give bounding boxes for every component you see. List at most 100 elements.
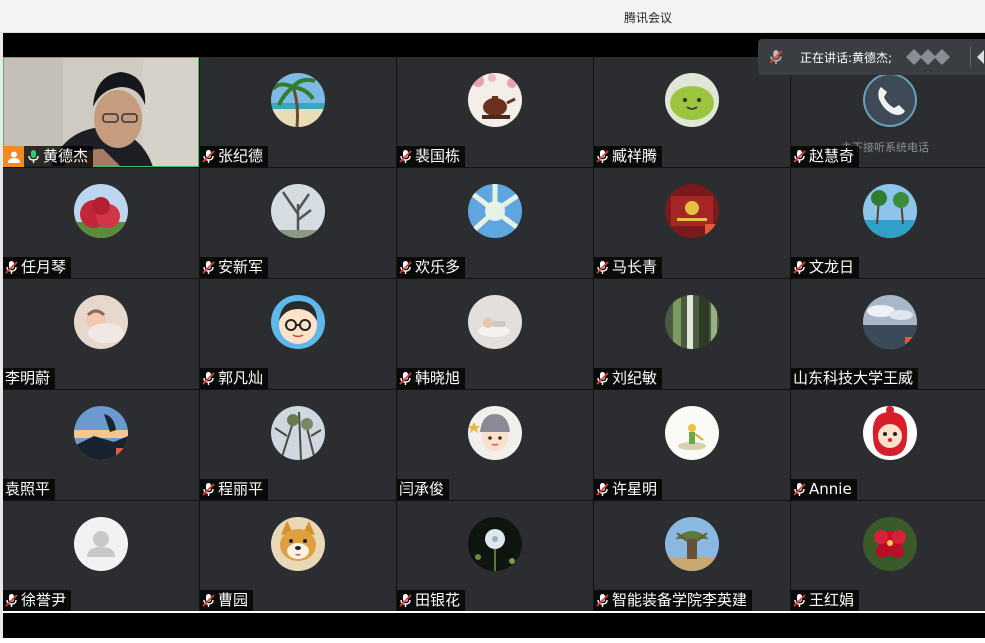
- microphone-muted-icon: [5, 261, 18, 274]
- participant-name: 赵慧奇: [809, 147, 855, 165]
- participant-name: 裴国栋: [415, 147, 461, 165]
- microphone-muted-icon: [793, 261, 806, 274]
- participant-tile[interactable]: 李明蔚: [3, 279, 199, 389]
- baby-on-bed-avatar: [468, 295, 522, 349]
- microphone-muted-icon: [596, 594, 609, 607]
- participant-tile[interactable]: 黄德杰: [3, 57, 199, 167]
- participant-name-tag: 文龙日: [791, 257, 860, 278]
- participant-tile[interactable]: 张纪德: [200, 57, 396, 167]
- participant-name: 黄德杰: [43, 147, 89, 165]
- participant-tile[interactable]: 曹园: [200, 501, 396, 611]
- participant-tile[interactable]: 山东科技大学王威: [791, 279, 985, 389]
- participant-name-tag: 刘纪敏: [594, 368, 663, 389]
- speaking-indicator[interactable]: 正在讲话: 黄德杰;: [758, 39, 985, 75]
- participant-name-tag: 李明蔚: [3, 368, 56, 389]
- microphone-muted-icon: [202, 594, 215, 607]
- microphone-muted-icon: [596, 483, 609, 496]
- little-prince-avatar: [665, 406, 719, 460]
- participant-tile[interactable]: 闫承俊: [397, 390, 593, 500]
- participant-tile[interactable]: 田银花: [397, 501, 593, 611]
- participant-tile[interactable]: 智能装备学院李英建: [594, 501, 790, 611]
- participant-name-tag: 山东科技大学王威: [791, 368, 919, 389]
- default-person-avatar: [74, 517, 128, 571]
- participant-name: Annie: [809, 480, 852, 498]
- participant-name-tag: 马长青: [594, 257, 663, 278]
- microphone-muted-icon: [399, 594, 412, 607]
- participant-name-tag: 裴国栋: [397, 146, 466, 167]
- participant-name: 王红娟: [809, 591, 855, 609]
- participant-name-tag: 韩晓旭: [397, 368, 466, 389]
- microphone-muted-icon: [202, 483, 215, 496]
- participant-name-tag: 王红娟: [791, 590, 860, 611]
- red-flower-avatar: [863, 517, 917, 571]
- speaking-name: 黄德杰;: [852, 50, 893, 65]
- divider: [970, 47, 971, 67]
- participant-tile[interactable]: Annie: [791, 390, 985, 500]
- participant-tile[interactable]: 安新军: [200, 168, 396, 278]
- participant-name: 张纪德: [218, 147, 264, 165]
- participant-name-tag: 袁照平: [3, 479, 56, 500]
- participant-name-tag: 徐誉尹: [3, 590, 72, 611]
- participant-name: 曹园: [218, 591, 249, 609]
- participant-name: 文龙日: [809, 258, 855, 276]
- sleeping-baby-avatar: [74, 295, 128, 349]
- resort-pool-avatar: [863, 184, 917, 238]
- participant-name: 李明蔚: [5, 369, 51, 387]
- red-doll-avatar: [863, 406, 917, 460]
- microphone-muted-icon: [793, 594, 806, 607]
- participant-name-tag: 程丽平: [200, 479, 269, 500]
- participant-tile[interactable]: 刘纪敏: [594, 279, 790, 389]
- bare-tree-avatar: [271, 184, 325, 238]
- microphone-muted-icon: [202, 372, 215, 385]
- palm-sky-avatar: [468, 184, 522, 238]
- participant-name-tag: 任月琴: [3, 257, 72, 278]
- microphone-muted-icon: [769, 50, 783, 64]
- participant-tile[interactable]: 裴国栋: [397, 57, 593, 167]
- participant-name: 程丽平: [218, 480, 264, 498]
- participant-name: 刘纪敏: [612, 369, 658, 387]
- participant-grid: 黄德杰 张纪德 裴国栋 臧祥腾 未下接听系统电话 赵慧奇 任月琴 安新军 欢乐多…: [3, 57, 985, 611]
- participant-name: 山东科技大学王威: [793, 369, 914, 387]
- collapse-arrow-icon[interactable]: [976, 49, 985, 65]
- participant-tile[interactable]: 袁照平: [3, 390, 199, 500]
- participant-tile[interactable]: 韩晓旭: [397, 279, 593, 389]
- participant-name-tag: 许星明: [594, 479, 663, 500]
- participant-name-tag: 欢乐多: [397, 257, 466, 278]
- host-icon: [3, 146, 24, 167]
- participant-name: 马长青: [612, 258, 658, 276]
- participant-name-tag: Annie: [791, 479, 857, 500]
- microphone-muted-icon: [596, 261, 609, 274]
- participant-tile[interactable]: 王红娟: [791, 501, 985, 611]
- microphone-on-icon: [28, 150, 39, 163]
- participant-name-tag: 黄德杰: [3, 146, 94, 167]
- blurry-plants-avatar: [665, 295, 719, 349]
- participant-tile[interactable]: 欢乐多: [397, 168, 593, 278]
- participant-tile[interactable]: 程丽平: [200, 390, 396, 500]
- participant-tile[interactable]: 文龙日: [791, 168, 985, 278]
- sunset-silhouette-avatar: [74, 406, 128, 460]
- microphone-muted-icon: [5, 594, 18, 607]
- participant-tile[interactable]: 马长青: [594, 168, 790, 278]
- participant-tile[interactable]: 郭凡灿: [200, 279, 396, 389]
- cloudy-sea-avatar: [863, 295, 917, 349]
- participant-tile[interactable]: 徐誉尹: [3, 501, 199, 611]
- participant-name-tag: 臧祥腾: [594, 146, 663, 167]
- participant-tile[interactable]: 任月琴: [3, 168, 199, 278]
- shiba-dog-avatar: [271, 517, 325, 571]
- microphone-muted-icon: [202, 150, 215, 163]
- cartoon-glasses-boy-avatar: [271, 295, 325, 349]
- participant-name: 智能装备学院李英建: [612, 591, 748, 609]
- participant-name-tag: 闫承俊: [397, 479, 450, 500]
- participant-name: 袁照平: [5, 480, 51, 498]
- red-shrub-avatar: [74, 184, 128, 238]
- participant-tile[interactable]: 许星明: [594, 390, 790, 500]
- participant-name-tag: 赵慧奇: [791, 146, 860, 167]
- title-bar: 腾讯会议: [0, 0, 985, 33]
- phone-handset-avatar: [863, 73, 917, 127]
- palm-beach-avatar: [271, 73, 325, 127]
- participant-name-tag: 田银花: [397, 590, 466, 611]
- microphone-muted-icon: [793, 150, 806, 163]
- microphone-muted-icon: [793, 483, 806, 496]
- cartoon-girl-hat-avatar: [468, 406, 522, 460]
- microphone-muted-icon: [399, 150, 412, 163]
